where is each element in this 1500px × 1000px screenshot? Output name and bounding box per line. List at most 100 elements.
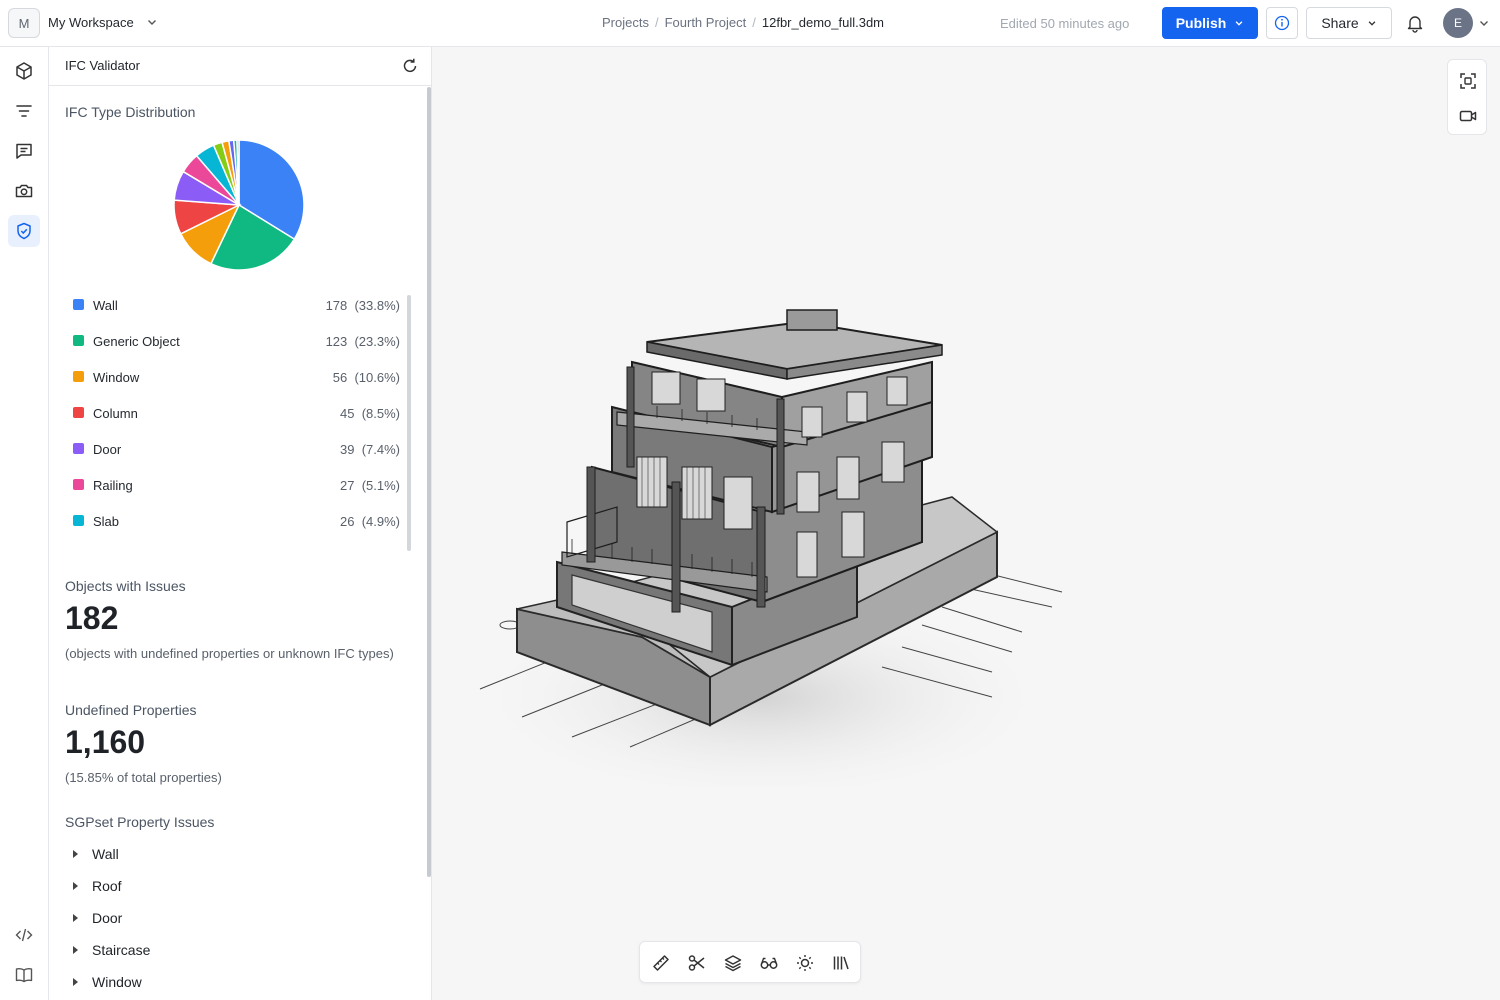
caret-right-icon — [73, 850, 78, 858]
camera-icon[interactable] — [8, 175, 40, 207]
caret-right-icon — [73, 882, 78, 890]
legend-swatch — [73, 479, 84, 490]
legend-item[interactable]: Door 39 (7.4%) — [73, 439, 400, 459]
legend-label: Slab — [93, 514, 120, 529]
legend-label: Generic Object — [93, 334, 180, 349]
panel-title: IFC Validator — [65, 58, 140, 73]
legend-swatch — [73, 299, 84, 310]
bell-icon[interactable] — [1405, 13, 1425, 33]
legend-value: 39 (7.4%) — [340, 442, 400, 457]
sgpset-item[interactable]: Roof — [73, 878, 122, 894]
objects-issues-label: Objects with Issues — [65, 578, 186, 594]
legend-value: 178 (33.8%) — [325, 298, 400, 313]
sgpset-item-label: Roof — [92, 878, 122, 894]
sgpset-item[interactable]: Wall — [73, 846, 119, 862]
chevron-down-icon[interactable] — [146, 16, 158, 28]
sgpset-item[interactable]: Staircase — [73, 942, 150, 958]
comments-icon[interactable] — [8, 135, 40, 167]
sgpset-item-label: Window — [92, 974, 142, 990]
breadcrumb-separator: / — [654, 15, 659, 30]
code-icon[interactable] — [8, 919, 40, 951]
book-icon[interactable] — [8, 959, 40, 991]
info-icon — [1274, 15, 1290, 31]
frame-icon[interactable] — [1457, 70, 1479, 92]
shield-check-icon[interactable] — [8, 215, 40, 247]
sun-icon[interactable] — [794, 952, 816, 974]
legend-item[interactable]: Slab 26 (4.9%) — [73, 511, 400, 531]
legend-item[interactable]: Wall 178 (33.8%) — [73, 295, 400, 315]
objects-issues-note: (objects with undefined properties or un… — [65, 646, 394, 661]
bottom-toolbar — [639, 941, 861, 983]
chevron-down-icon[interactable] — [1478, 17, 1490, 29]
legend-scrollbar[interactable] — [407, 295, 411, 551]
caret-right-icon — [73, 978, 78, 986]
legend-swatch — [73, 515, 84, 526]
left-rail — [0, 47, 49, 1000]
ifc-validator-panel: IFC Validator IFC Type Distribution Wall… — [49, 47, 432, 1000]
viewport-tools — [1447, 59, 1487, 135]
edited-status: Edited 50 minutes ago — [1000, 16, 1130, 31]
video-icon[interactable] — [1457, 105, 1479, 127]
legend-label: Wall — [93, 298, 118, 313]
share-button[interactable]: Share — [1306, 7, 1392, 39]
glasses-icon[interactable] — [758, 952, 780, 974]
legend-item[interactable]: Generic Object 123 (23.3%) — [73, 331, 400, 351]
breadcrumb: Projects / Fourth Project / 12fbr_demo_f… — [602, 15, 884, 30]
caret-right-icon — [73, 914, 78, 922]
sgpset-item-label: Wall — [92, 846, 119, 862]
legend-label: Door — [93, 442, 122, 457]
breadcrumb-projects[interactable]: Projects — [602, 15, 649, 30]
caret-right-icon — [73, 946, 78, 954]
user-avatar[interactable]: E — [1443, 8, 1473, 38]
legend-value: 26 (4.9%) — [340, 514, 400, 529]
legend-swatch — [73, 371, 84, 382]
cube-icon[interactable] — [8, 55, 40, 87]
ruler-icon[interactable] — [650, 952, 672, 974]
library-icon[interactable] — [830, 952, 852, 974]
publish-label: Publish — [1175, 15, 1227, 31]
legend-swatch — [73, 407, 84, 418]
legend-value: 27 (5.1%) — [340, 478, 400, 493]
undefined-properties-value: 1,160 — [65, 724, 146, 760]
sgpset-title: SGPset Property Issues — [65, 814, 215, 830]
ifc-type-pie-chart — [173, 139, 305, 271]
legend-item[interactable]: Window 56 (10.6%) — [73, 367, 400, 387]
top-bar: M My Workspace Projects / Fourth Project… — [0, 0, 1500, 47]
distribution-title: IFC Type Distribution — [65, 104, 196, 120]
info-button[interactable] — [1266, 7, 1298, 39]
chevron-down-icon — [1368, 21, 1376, 26]
building-3d-model[interactable] — [462, 307, 1082, 787]
objects-issues-value: 182 — [65, 600, 119, 636]
sgpset-item-label: Staircase — [92, 942, 151, 958]
legend-label: Railing — [93, 478, 133, 493]
share-label: Share — [1321, 15, 1359, 31]
legend-item[interactable]: Column 45 (8.5%) — [73, 403, 400, 423]
legend-label: Column — [93, 406, 138, 421]
workspace-name[interactable]: My Workspace — [48, 15, 134, 30]
breadcrumb-file: 12fbr_demo_full.3dm — [761, 15, 885, 30]
legend-value: 45 (8.5%) — [340, 406, 400, 421]
filter-icon[interactable] — [8, 95, 40, 127]
legend-value: 123 (23.3%) — [325, 334, 400, 349]
panel-header: IFC Validator — [49, 47, 431, 86]
panel-scrollbar[interactable] — [427, 87, 431, 877]
undefined-properties-label: Undefined Properties — [65, 702, 197, 718]
undefined-properties-note: (15.85% of total properties) — [65, 770, 222, 785]
workspace-avatar[interactable]: M — [8, 8, 40, 38]
3d-viewport[interactable] — [432, 47, 1500, 1000]
layers-icon[interactable] — [722, 952, 744, 974]
legend-swatch — [73, 335, 84, 346]
sgpset-item[interactable]: Door — [73, 910, 122, 926]
legend-swatch — [73, 443, 84, 454]
publish-button[interactable]: Publish — [1162, 7, 1258, 39]
chevron-down-icon — [1235, 21, 1243, 26]
sgpset-item[interactable]: Window — [73, 974, 142, 990]
sgpset-item-label: Door — [92, 910, 123, 926]
breadcrumb-project[interactable]: Fourth Project — [665, 15, 747, 30]
breadcrumb-separator: / — [752, 15, 756, 30]
refresh-icon[interactable] — [401, 57, 419, 75]
legend-value: 56 (10.6%) — [332, 370, 400, 385]
scissors-icon[interactable] — [686, 952, 708, 974]
legend-label: Window — [93, 370, 140, 385]
legend-item[interactable]: Railing 27 (5.1%) — [73, 475, 400, 495]
